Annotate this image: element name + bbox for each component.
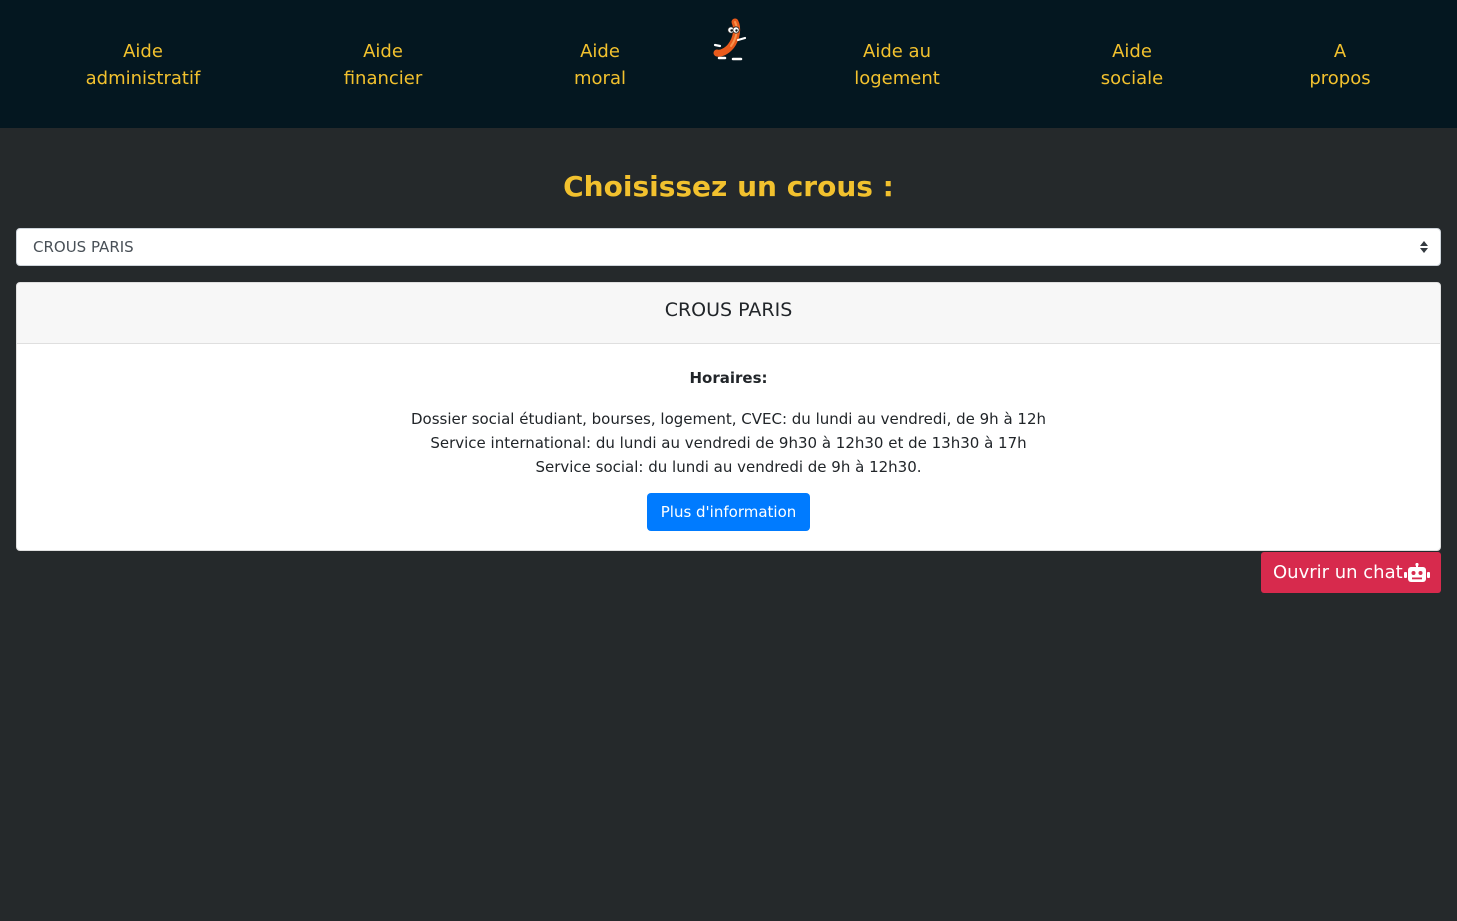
- open-chat-button[interactable]: Ouvrir un chat: [1261, 552, 1441, 593]
- nav-item-aide-au-logement[interactable]: Aide au logement: [807, 38, 987, 92]
- nav-item-label-line2: financier: [343, 68, 423, 89]
- hours-line: Service international: du lundi au vendr…: [430, 434, 1027, 452]
- nav-item-a-propos[interactable]: A propos: [1250, 38, 1430, 92]
- nav-item-label-line1: Aide: [123, 41, 163, 62]
- nav-item-label-line2: administratif: [85, 68, 201, 89]
- top-navbar: Aide administratif Aide financier Aide m…: [0, 0, 1457, 128]
- crous-card: CROUS PARIS Horaires: Dossier social étu…: [16, 282, 1441, 551]
- crous-select-value: CROUS PARIS: [33, 238, 134, 256]
- nav-item-label-line1: A: [1333, 41, 1347, 62]
- nav-item-label-line2: propos: [1309, 68, 1371, 89]
- robot-icon: [1404, 563, 1430, 582]
- nav-item-label-line2: sociale: [1100, 68, 1164, 89]
- nav-item-label-line1: Aide: [363, 41, 403, 62]
- nav-item-label-line1: Aide: [580, 41, 620, 62]
- hours-label: Horaires:: [689, 369, 768, 387]
- card-header: CROUS PARIS: [17, 283, 1440, 344]
- crous-select[interactable]: CROUS PARIS: [16, 228, 1441, 266]
- nav-item-label-line1: Aide au: [863, 41, 931, 62]
- hours-line: Service social: du lundi au vendredi de …: [535, 458, 922, 476]
- hours-list: Dossier social étudiant, bourses, logeme…: [17, 407, 1440, 479]
- nav-item-aide-financier[interactable]: Aide financier: [293, 38, 473, 92]
- nav-item-label-line2: logement: [854, 68, 940, 89]
- hours-line: Dossier social étudiant, bourses, logeme…: [411, 410, 1046, 428]
- card-body: Horaires: Dossier social étudiant, bours…: [17, 368, 1440, 531]
- nav-item-aide-administratif[interactable]: Aide administratif: [53, 38, 233, 92]
- select-arrows-icon: [1420, 241, 1428, 253]
- nav-item-aide-moral[interactable]: Aide moral: [510, 38, 690, 92]
- nav-item-aide-sociale[interactable]: Aide sociale: [1042, 38, 1222, 92]
- more-info-button[interactable]: Plus d'information: [646, 493, 811, 531]
- page-title: Choisissez un crous :: [563, 170, 894, 203]
- open-chat-label: Ouvrir un chat: [1273, 562, 1403, 583]
- nav-item-label-line2: moral: [574, 68, 626, 89]
- mascot-logo-icon[interactable]: [711, 16, 751, 64]
- nav-item-label-line1: Aide: [1112, 41, 1152, 62]
